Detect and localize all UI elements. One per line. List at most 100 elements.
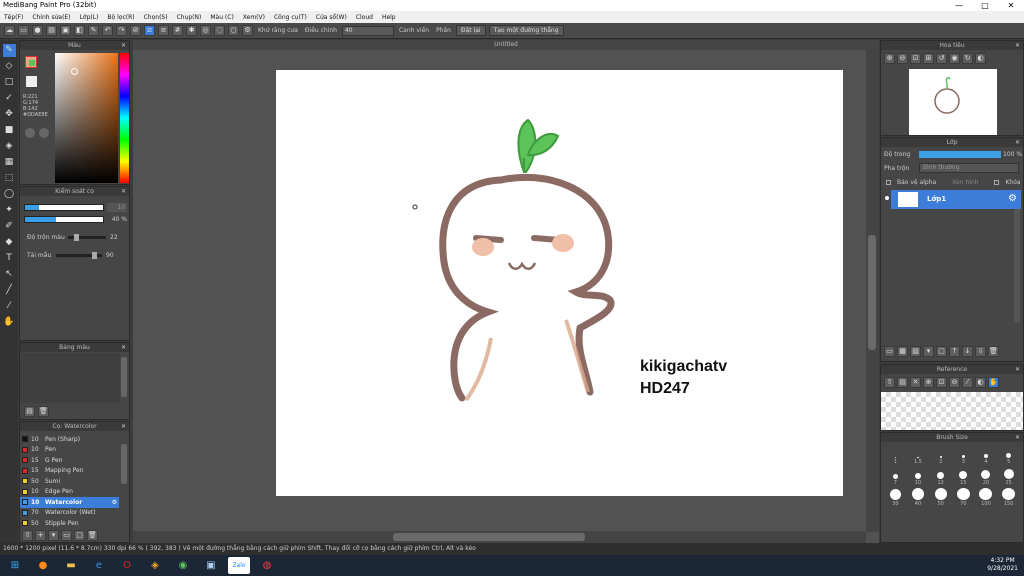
new-8bit-layer-icon[interactable]: ▧ [910,346,921,357]
palette-scrollbar[interactable] [121,357,127,397]
brush-opacity-slider[interactable] [24,216,104,223]
text-tool-icon[interactable]: T [3,252,16,265]
lasso-tool-icon[interactable]: ◯ [3,188,16,201]
move-down-icon[interactable]: ↓ [962,346,973,357]
brush-size-option[interactable]: 1 [885,446,906,465]
ref-upload-icon[interactable]: ⇧ [884,377,895,388]
chat-icon[interactable]: ● [32,25,43,36]
panel-close-icon[interactable]: ✕ [1015,41,1020,50]
brush-size-option[interactable]: 30 [885,488,906,507]
merge-down-icon[interactable]: ⇩ [975,346,986,357]
layer-opacity-slider[interactable] [919,151,1001,158]
brush-item-selected[interactable]: 10 Watercolor ⚙ [20,497,119,508]
reset-rotate-icon[interactable]: ◉ [949,53,960,64]
snap-off-icon[interactable]: ⊘ [130,25,141,36]
brush-size-slider[interactable] [24,204,104,211]
select-rect-icon[interactable]: ⬚ [3,172,16,185]
brush-size-option[interactable]: 50 [930,488,951,507]
panel-close-icon[interactable]: ✕ [1015,433,1020,442]
layer-settings-icon[interactable]: ⚙ [1008,193,1017,204]
hue-slider[interactable] [120,53,129,183]
panel-close-icon[interactable]: ✕ [121,41,126,50]
opera-icon[interactable]: O [116,557,138,574]
divide-tool-icon[interactable]: ╱ [3,284,16,297]
brush-size-option[interactable]: 4 [976,446,997,465]
anti-alias-label[interactable]: Khử răng cưa [256,27,300,34]
brush-size-option[interactable]: 12 [930,467,951,486]
document-tab[interactable]: Untitled [133,40,879,50]
horizontal-scrollbar[interactable] [133,531,866,543]
add-brush-icon[interactable]: + [35,530,46,541]
density-slider[interactable] [56,252,102,259]
magic-wand-icon[interactable]: ✦ [3,204,16,217]
panel-close-icon[interactable]: ✕ [121,422,126,431]
menu-select[interactable]: Chọn(S) [144,14,168,21]
maximize-button[interactable]: □ [972,0,998,11]
snap-curve-icon[interactable]: ◌ [214,25,225,36]
brush-item[interactable]: 10 Edge Pen [20,487,119,498]
lock-checkbox[interactable] [994,180,1000,185]
ref-zoom-out-icon[interactable]: ⊖ [949,377,960,388]
brush-size-option[interactable]: 2 [930,446,951,465]
delete-brush-icon[interactable]: 🗑 [87,530,98,541]
picker-cursor[interactable] [71,68,78,75]
menu-snap[interactable]: Chụp(N) [177,14,202,21]
gradient-tool-icon[interactable]: ▦ [3,156,16,169]
actual-size-icon[interactable]: ⊞ [923,53,934,64]
protect-alpha-checkbox[interactable] [886,180,891,185]
ie-icon[interactable]: e [88,557,110,574]
menu-tools[interactable]: Công cụ(T) [274,14,307,21]
brush-size-option[interactable]: 7 [885,467,906,486]
open-icon[interactable]: ▤ [46,25,57,36]
brush-size-option[interactable]: 40 [908,488,929,507]
firefox-icon[interactable]: ● [32,557,54,574]
panel-close-icon[interactable]: ✕ [121,187,126,196]
vertical-scrollbar[interactable] [866,50,879,532]
brush-size-option[interactable]: 70 [953,488,974,507]
delete-palette-icon[interactable]: 🗑 [38,406,49,417]
snap-circle-icon[interactable]: ◎ [200,25,211,36]
undo-icon[interactable]: ↶ [102,25,113,36]
snap-ellipse-icon[interactable]: ○ [228,25,239,36]
brush-size-option[interactable]: 150 [998,488,1019,507]
move-up-icon[interactable]: ↑ [949,346,960,357]
app-icon[interactable]: ◈ [144,557,166,574]
brush-item[interactable]: 50 Stipple Pen [20,518,119,529]
network-app-icon[interactable]: ▣ [200,557,222,574]
ref-close-icon[interactable]: ✕ [910,377,921,388]
reset-button[interactable]: Đặt lại [455,25,486,36]
menu-file[interactable]: Tệp(F) [4,14,23,21]
zoom-in-icon[interactable]: ⊕ [884,53,895,64]
brush-size-option[interactable]: 100 [976,488,997,507]
panel-close-icon[interactable]: ✕ [121,343,126,352]
fill-rect-icon[interactable]: ■ [3,124,16,137]
background-color-swatch[interactable] [29,60,35,66]
snap-settings-icon[interactable]: ⚙ [242,25,253,36]
brush-item[interactable]: 15 G Pen [20,455,119,466]
edge-label[interactable]: Canh viền [397,27,431,34]
chrome-icon[interactable]: ◍ [256,557,278,574]
brush-size-option[interactable]: 5 [998,446,1019,465]
menu-help[interactable]: Help [382,14,396,21]
brush-size-option[interactable]: 20 [976,467,997,486]
zalo-icon[interactable]: Zalo [228,557,250,574]
explorer-icon[interactable]: ▬ [60,557,82,574]
canvas-paper[interactable]: kikigachatv HD247 [276,70,843,496]
blend-slider[interactable] [68,234,106,241]
cloud-icon[interactable]: ☁ [4,25,15,36]
redo-icon[interactable]: ↷ [116,25,127,36]
ref-fit-icon[interactable]: ⊡ [936,377,947,388]
brush-tool-icon[interactable]: ✎ [2,44,16,57]
brush-item[interactable]: 50 Sumi [20,476,119,487]
reference-canvas[interactable] [881,392,1023,430]
brush-size-option[interactable]: 3 [953,446,974,465]
add-layer-dropdown-icon[interactable]: ▾ [923,346,934,357]
brush-size-option[interactable]: 15 [953,467,974,486]
snap-grid-icon[interactable]: # [172,25,183,36]
new-halftone-layer-icon[interactable]: ▦ [897,346,908,357]
add-brush-dropdown-icon[interactable]: ▾ [48,530,59,541]
new-path-button[interactable]: Tạo một đường thẳng [488,25,564,36]
rotate-left-icon[interactable]: ↺ [936,53,947,64]
eraser-tool-icon[interactable]: ◇ [3,60,16,73]
pencil-icon[interactable]: ✎ [88,25,99,36]
